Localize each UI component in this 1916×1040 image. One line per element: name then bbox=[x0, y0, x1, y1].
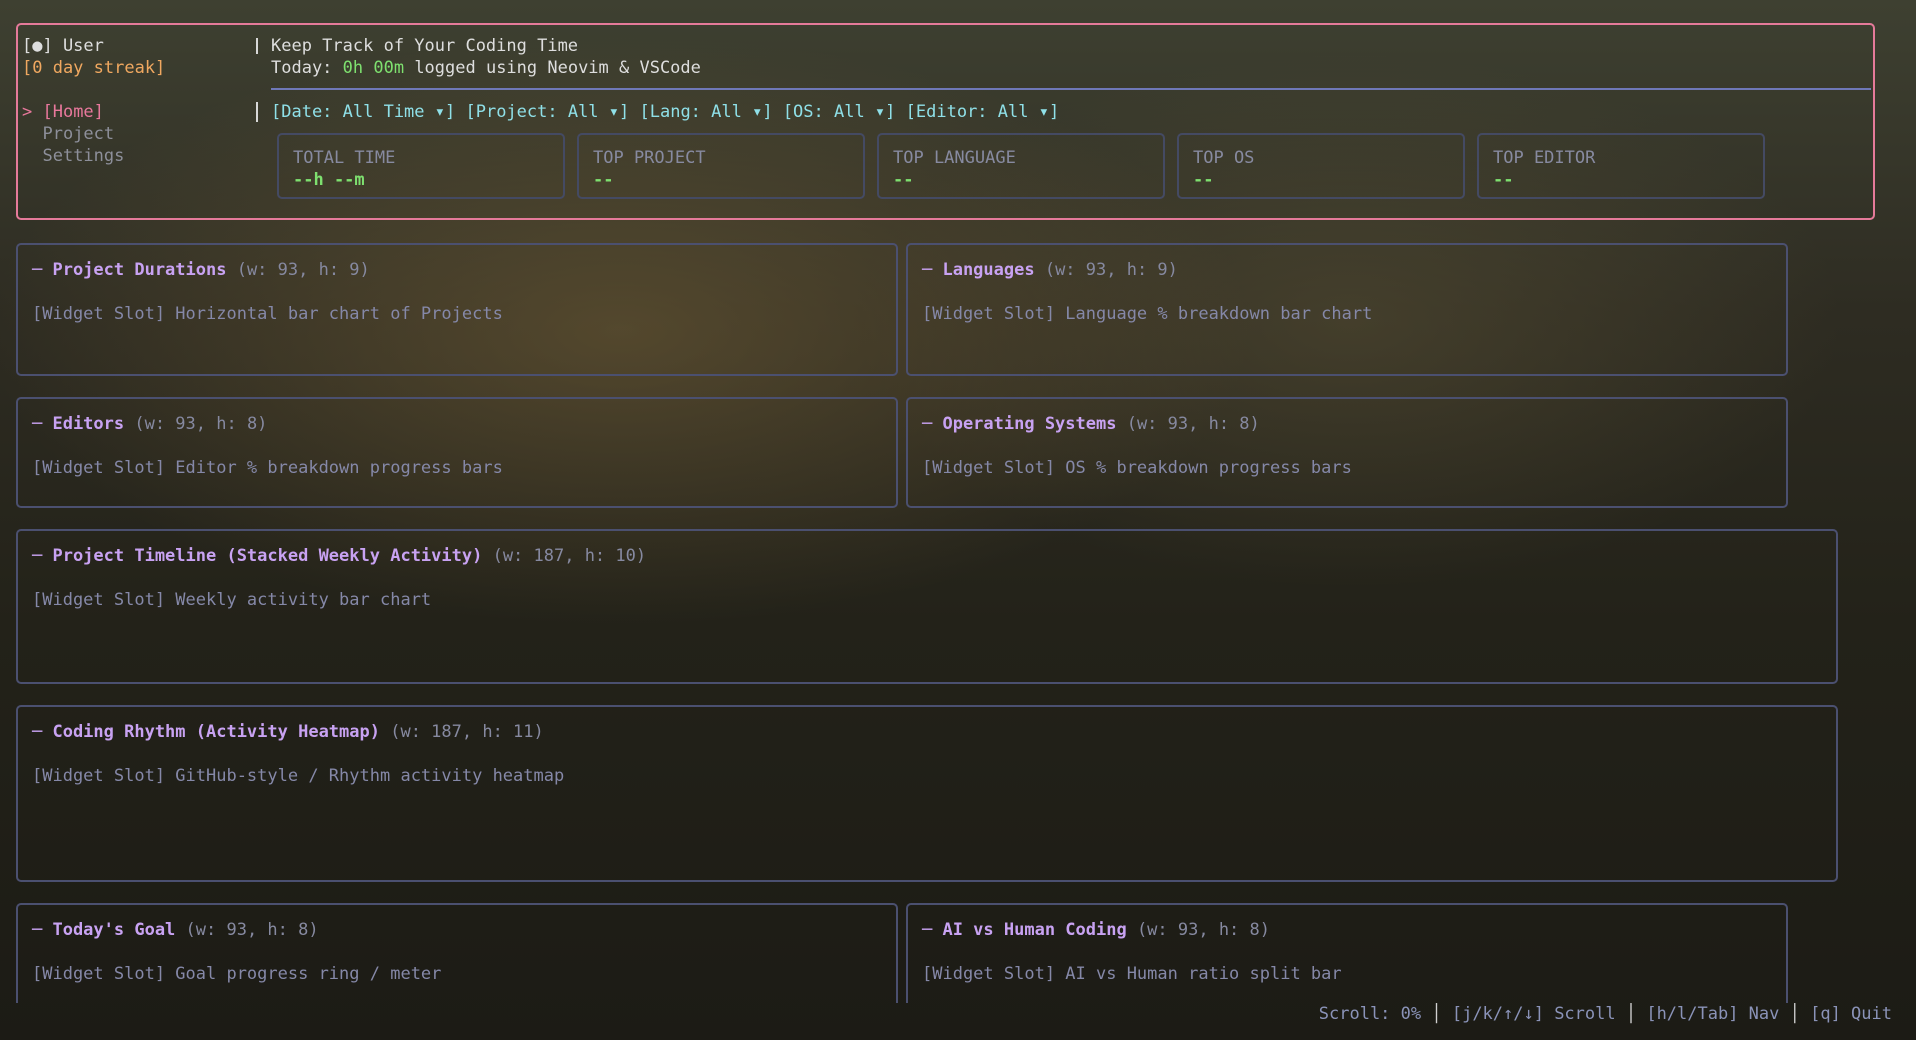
widget-slot: [Widget Slot] Horizontal bar chart of Pr… bbox=[32, 304, 503, 324]
nav-item-home[interactable]: > [Home] bbox=[22, 101, 104, 123]
widget-languages: ─ Languages (w: 93, h: 9) [Widget Slot] … bbox=[906, 243, 1788, 376]
nav-item-home-label: [Home] bbox=[42, 102, 104, 122]
status-separator: │ bbox=[1615, 1004, 1647, 1024]
widget-title-text: ─ Project Timeline (Stacked Weekly Activ… bbox=[32, 546, 483, 566]
widget-title: ─ Project Durations (w: 93, h: 9) bbox=[32, 259, 370, 281]
header-vertical-divider bbox=[256, 38, 258, 54]
widget-dims: (w: 93, h: 8) bbox=[1126, 920, 1270, 940]
stat-card-top-language: TOP LANGUAGE -- bbox=[877, 133, 1165, 199]
widget-slot: [Widget Slot] Weekly activity bar chart bbox=[32, 590, 432, 610]
widget-slot: [Widget Slot] Editor % breakdown progres… bbox=[32, 458, 503, 478]
stat-label: TOP EDITOR bbox=[1493, 148, 1596, 168]
nav-item-settings[interactable]: Settings bbox=[22, 145, 124, 167]
widget-dims: (w: 187, h: 11) bbox=[380, 722, 544, 742]
widget-slot: [Widget Slot] AI vs Human ratio split ba… bbox=[922, 964, 1342, 984]
widget-title: ─ Coding Rhythm (Activity Heatmap) (w: 1… bbox=[32, 721, 544, 743]
filter-project[interactable]: [Project: All ▾] bbox=[465, 102, 629, 122]
filter-bar: [Date: All Time ▾] [Project: All ▾] [Lan… bbox=[271, 101, 1059, 123]
nav-item-project-prefix bbox=[22, 124, 42, 144]
stat-label: TOP OS bbox=[1193, 148, 1255, 168]
today-summary: Today: 0h 00m logged using Neovim & VSCo… bbox=[271, 57, 701, 79]
header-divider bbox=[271, 88, 1871, 90]
widget-dims: (w: 93, h: 9) bbox=[226, 260, 370, 280]
widget-title-text: ─ Editors bbox=[32, 414, 125, 434]
widget-slot: [Widget Slot] OS % breakdown progress ba… bbox=[922, 458, 1352, 478]
widget-title: ─ Today's Goal (w: 93, h: 8) bbox=[32, 919, 319, 941]
widget-dims: (w: 93, h: 8) bbox=[124, 414, 268, 434]
filter-os[interactable]: [OS: All ▾] bbox=[783, 102, 896, 122]
widget-slot: [Widget Slot] Goal progress ring / meter bbox=[32, 964, 442, 984]
widget-title-text: ─ Languages bbox=[922, 260, 1035, 280]
stat-card-top-os: TOP OS -- bbox=[1177, 133, 1465, 199]
widget-todays-goal: ─ Today's Goal (w: 93, h: 8) [Widget Slo… bbox=[16, 903, 898, 1003]
scroll-indicator: Scroll: 0% bbox=[1318, 1004, 1422, 1024]
stat-label: TOTAL TIME bbox=[293, 148, 396, 168]
widget-title-text: ─ AI vs Human Coding bbox=[922, 920, 1127, 940]
widget-project-durations: ─ Project Durations (w: 93, h: 9) [Widge… bbox=[16, 243, 898, 376]
stat-value: -- bbox=[893, 170, 914, 190]
widget-title: ─ Languages (w: 93, h: 9) bbox=[922, 259, 1178, 281]
widget-title: ─ AI vs Human Coding (w: 93, h: 8) bbox=[922, 919, 1270, 941]
widget-dims: (w: 187, h: 10) bbox=[482, 546, 647, 566]
widget-operating-systems: ─ Operating Systems (w: 93, h: 8) [Widge… bbox=[906, 397, 1788, 508]
widget-title-text: ─ Project Durations bbox=[32, 260, 227, 280]
widget-title-text: ─ Coding Rhythm (Activity Heatmap) bbox=[32, 722, 380, 742]
widget-title: ─ Operating Systems (w: 93, h: 8) bbox=[922, 413, 1260, 435]
widget-ai-vs-human: ─ AI vs Human Coding (w: 93, h: 8) [Widg… bbox=[906, 903, 1788, 1003]
widget-dims: (w: 93, h: 9) bbox=[1034, 260, 1178, 280]
nav-item-settings-prefix bbox=[22, 146, 42, 166]
stat-label: TOP PROJECT bbox=[593, 148, 706, 168]
status-separator: │ bbox=[1779, 1004, 1811, 1024]
status-bar: Scroll: 0% │ [j/k/↑/↓] Scroll │ [h/l/Tab… bbox=[1319, 1003, 1892, 1025]
stat-value: --h --m bbox=[293, 170, 365, 190]
user-label: [●] User bbox=[22, 36, 104, 56]
filter-date[interactable]: [Date: All Time ▾] bbox=[271, 102, 455, 122]
nav-item-settings-label: Settings bbox=[42, 146, 125, 166]
stat-value: -- bbox=[1493, 170, 1514, 190]
stat-value: -- bbox=[1193, 170, 1214, 190]
nav-item-project[interactable]: Project bbox=[22, 123, 114, 145]
filter-lang[interactable]: [Lang: All ▾] bbox=[640, 102, 773, 122]
stat-card-top-editor: TOP EDITOR -- bbox=[1477, 133, 1765, 199]
nav-keys-hint: [h/l/Tab] Nav bbox=[1646, 1004, 1780, 1024]
quit-keys-hint: [q] Quit bbox=[1810, 1004, 1892, 1024]
widget-title: ─ Project Timeline (Stacked Weekly Activ… bbox=[32, 545, 646, 567]
stat-value: -- bbox=[593, 170, 614, 190]
stat-card-top-project: TOP PROJECT -- bbox=[577, 133, 865, 199]
today-prefix: Today: bbox=[271, 58, 343, 78]
today-suffix: logged using Neovim & VSCode bbox=[404, 58, 701, 78]
widget-project-timeline: ─ Project Timeline (Stacked Weekly Activ… bbox=[16, 529, 1838, 684]
widget-coding-rhythm: ─ Coding Rhythm (Activity Heatmap) (w: 1… bbox=[16, 705, 1838, 882]
nav-vertical-divider bbox=[256, 102, 258, 122]
nav-item-project-label: Project bbox=[42, 124, 115, 144]
widget-editors: ─ Editors (w: 93, h: 8) [Widget Slot] Ed… bbox=[16, 397, 898, 508]
nav-item-home-prefix: > bbox=[22, 102, 43, 122]
widget-dims: (w: 93, h: 8) bbox=[1116, 414, 1260, 434]
widget-title-text: ─ Today's Goal bbox=[32, 920, 176, 940]
stat-label: TOP LANGUAGE bbox=[893, 148, 1016, 168]
widget-dims: (w: 93, h: 8) bbox=[175, 920, 319, 940]
filter-editor[interactable]: [Editor: All ▾] bbox=[906, 102, 1060, 122]
app-title: Keep Track of Your Coding Time bbox=[271, 36, 579, 56]
today-time: 0h 00m bbox=[342, 58, 405, 78]
widget-title-text: ─ Operating Systems bbox=[922, 414, 1117, 434]
widget-title: ─ Editors (w: 93, h: 8) bbox=[32, 413, 267, 435]
status-separator: │ bbox=[1421, 1004, 1452, 1024]
stat-card-total-time: TOTAL TIME --h --m bbox=[277, 133, 565, 199]
streak-badge: [0 day streak] bbox=[22, 58, 166, 78]
widget-slot: [Widget Slot] GitHub-style / Rhythm acti… bbox=[32, 766, 565, 786]
scroll-keys-hint: [j/k/↑/↓] Scroll bbox=[1451, 1004, 1616, 1024]
widget-slot: [Widget Slot] Language % breakdown bar c… bbox=[922, 304, 1373, 324]
